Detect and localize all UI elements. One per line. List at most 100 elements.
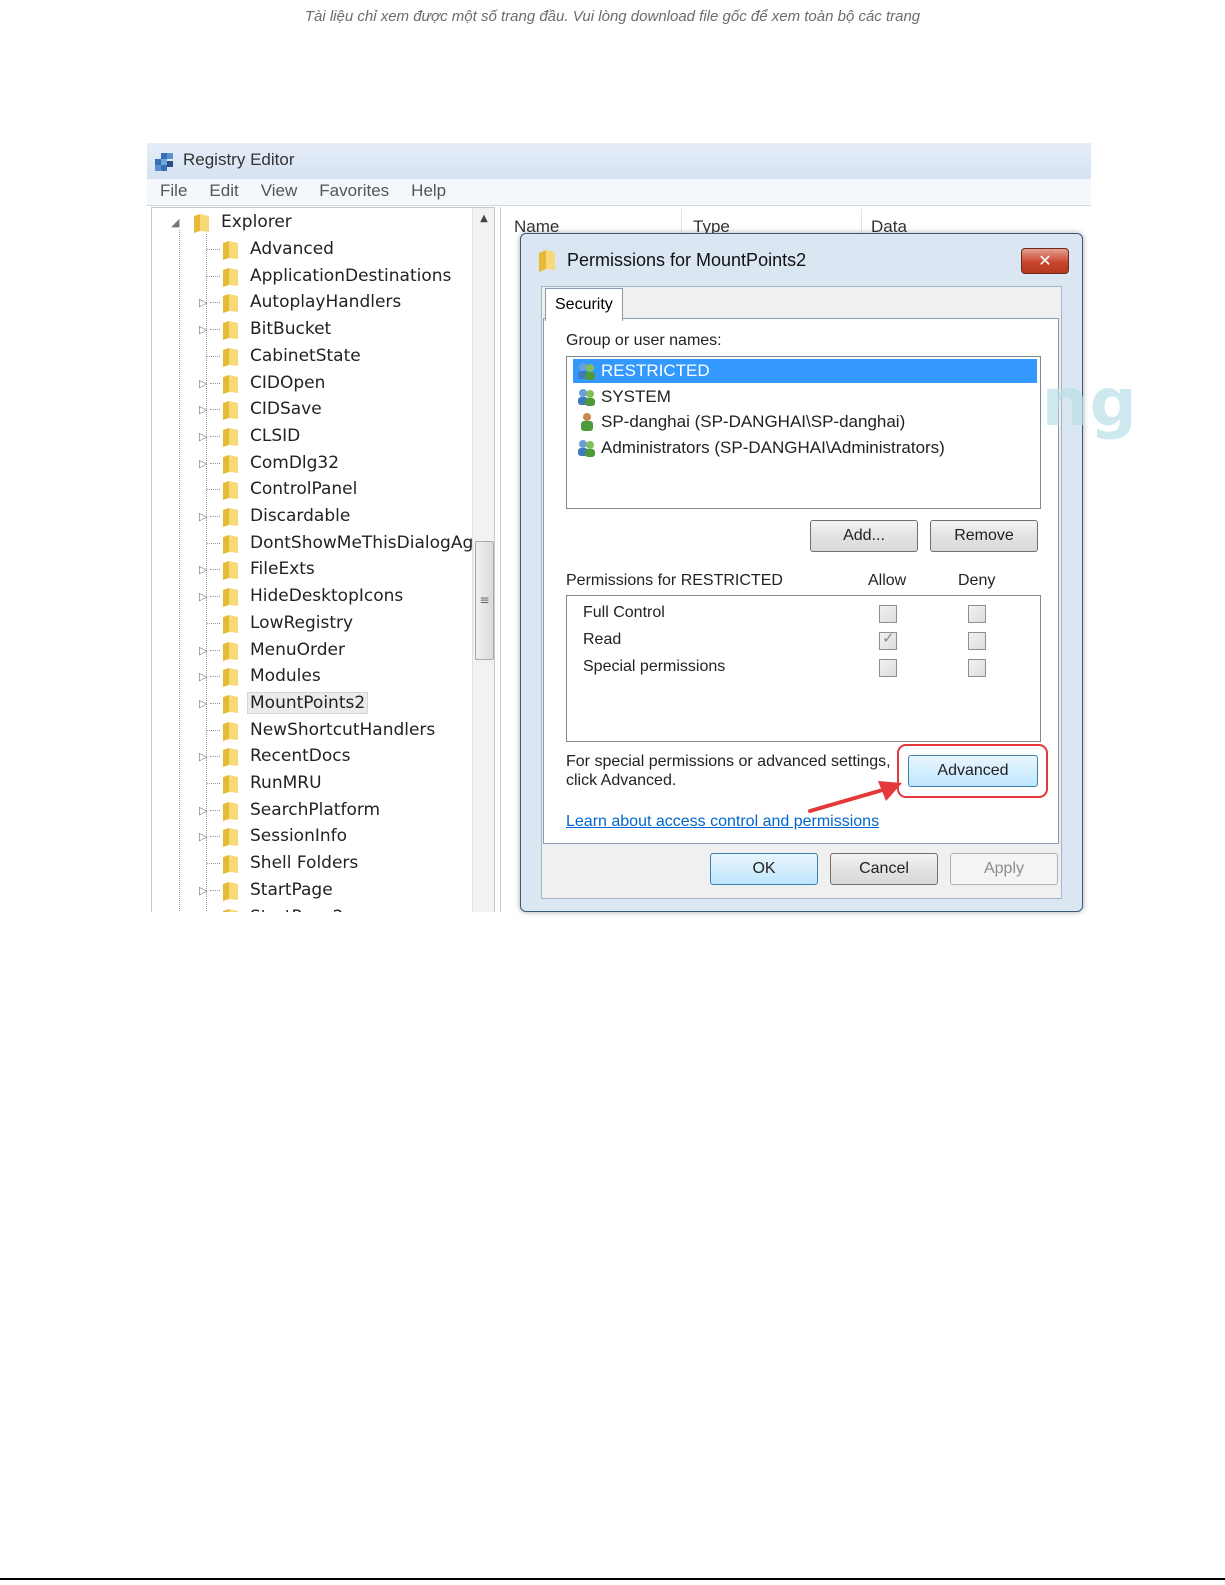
user-list-item[interactable]: SP-danghai (SP-DANGHAI\SP-danghai) bbox=[573, 410, 1037, 434]
checkmark-icon: ✓ bbox=[882, 629, 895, 647]
expand-arrow-icon[interactable]: ▷ bbox=[199, 323, 209, 336]
dialog-title: Permissions for MountPoints2 bbox=[567, 250, 807, 270]
expand-arrow-icon[interactable]: ▷ bbox=[199, 750, 209, 763]
tree-item-label: ApplicationDestinations bbox=[250, 265, 452, 286]
allow-header: Allow bbox=[868, 572, 907, 589]
close-button[interactable]: ✕ bbox=[1021, 248, 1069, 274]
expand-arrow-icon[interactable]: ▷ bbox=[199, 457, 209, 470]
user-list-item[interactable]: Administrators (SP-DANGHAI\Administrator… bbox=[573, 436, 1037, 460]
expand-arrow-icon[interactable]: ▷ bbox=[199, 697, 209, 710]
folder-icon bbox=[223, 267, 238, 287]
expand-arrow-icon[interactable]: ▷ bbox=[199, 644, 209, 657]
deny-checkbox[interactable] bbox=[968, 659, 986, 677]
deny-checkbox[interactable] bbox=[968, 605, 986, 623]
advanced-hint-line1: For special permissions or advanced sett… bbox=[566, 753, 891, 770]
expand-arrow-icon[interactable]: ▷ bbox=[199, 804, 209, 817]
registry-title: Registry Editor bbox=[183, 150, 295, 169]
expand-arrow-icon[interactable]: ▷ bbox=[199, 563, 209, 576]
expand-arrow-icon[interactable]: ▷ bbox=[199, 830, 209, 843]
tree-item-label: MenuOrder bbox=[250, 639, 345, 660]
folder-icon bbox=[223, 241, 238, 260]
folder-icon bbox=[223, 748, 238, 768]
folder-icon bbox=[223, 775, 238, 794]
user-name: RESTRICTED bbox=[601, 361, 710, 380]
folder-icon bbox=[223, 454, 238, 474]
folder-icon bbox=[223, 855, 238, 875]
user-list-item[interactable]: SYSTEM bbox=[573, 385, 1037, 409]
tree-item-label: RecentDocs bbox=[250, 746, 351, 767]
scroll-up-arrow-icon[interactable]: ▲ bbox=[473, 208, 494, 230]
user-icon bbox=[581, 413, 593, 431]
menu-view[interactable]: View bbox=[248, 179, 307, 201]
tree-item-label: StartPage2 bbox=[250, 907, 344, 913]
expand-arrow-icon[interactable]: ▷ bbox=[199, 510, 209, 523]
folder-icon bbox=[223, 908, 238, 912]
deny-checkbox[interactable] bbox=[968, 632, 986, 650]
remove-button[interactable]: Remove bbox=[930, 520, 1038, 552]
folder-icon bbox=[223, 641, 238, 661]
tree-item-label: StartPage bbox=[250, 879, 333, 900]
registry-editor-icon bbox=[155, 153, 173, 171]
security-panel: Quantrimang Group or user names: RESTRIC… bbox=[543, 318, 1137, 844]
tree-item-label: AutoplayHandlers bbox=[250, 292, 402, 313]
user-name: SYSTEM bbox=[601, 386, 671, 406]
folder-icon bbox=[223, 828, 238, 848]
tree-item-label: FileExts bbox=[250, 559, 315, 580]
tree-scrollbar[interactable]: ▲ ≡ bbox=[472, 208, 494, 912]
expand-arrow-icon[interactable]: ▷ bbox=[199, 911, 209, 913]
expand-arrow-icon[interactable]: ▷ bbox=[199, 403, 209, 416]
collapse-arrow-icon[interactable]: ◢ bbox=[171, 216, 181, 229]
expand-arrow-icon[interactable]: ▷ bbox=[199, 377, 209, 390]
allow-checkbox[interactable]: ✓ bbox=[879, 629, 897, 650]
apply-button[interactable]: Apply bbox=[950, 853, 1058, 885]
tree-item-label: LowRegistry bbox=[250, 612, 354, 633]
menu-bar: File Edit View Favorites Help bbox=[147, 179, 1091, 206]
folder-icon bbox=[223, 294, 238, 314]
expand-arrow-icon[interactable]: ▷ bbox=[199, 296, 209, 309]
allow-checkbox[interactable] bbox=[879, 659, 897, 677]
ok-button[interactable]: OK bbox=[710, 853, 818, 885]
permissions-dialog: Permissions for MountPoints2 ✕ Security … bbox=[520, 233, 1137, 912]
menu-edit[interactable]: Edit bbox=[196, 179, 247, 201]
folder-icon bbox=[223, 694, 238, 714]
tree-item-label: RunMRU bbox=[250, 773, 322, 793]
tree-item-label: NewShortcutHandlers bbox=[250, 719, 436, 740]
tree-item-label: ComDlg32 bbox=[250, 452, 340, 473]
folder-icon bbox=[223, 614, 238, 634]
tree-item-label: CIDOpen bbox=[250, 372, 326, 393]
tree-item-label: Shell Folders bbox=[250, 853, 359, 874]
expand-arrow-icon[interactable]: ▷ bbox=[199, 670, 209, 683]
learn-permissions-link[interactable]: Learn about access control and permissio… bbox=[566, 813, 879, 831]
user-name: Administrators (SP-DANGHAI\Administrator… bbox=[601, 437, 945, 457]
folder-icon bbox=[223, 481, 238, 501]
tab-security[interactable]: Security bbox=[545, 288, 623, 321]
expand-arrow-icon[interactable]: ▷ bbox=[199, 430, 209, 443]
cancel-button[interactable]: Cancel bbox=[830, 853, 938, 885]
permission-label: Special permissions bbox=[583, 658, 726, 675]
menu-file[interactable]: File bbox=[147, 179, 196, 201]
tree-item-label: BitBucket bbox=[250, 319, 332, 340]
group-icon bbox=[578, 439, 595, 457]
folder-icon bbox=[223, 801, 238, 821]
menu-favorites[interactable]: Favorites bbox=[306, 179, 398, 201]
folder-icon bbox=[223, 427, 238, 447]
folder-icon bbox=[223, 321, 238, 341]
scroll-thumb[interactable]: ≡ bbox=[475, 541, 494, 660]
folder-icon bbox=[223, 668, 238, 688]
expand-arrow-icon[interactable]: ▷ bbox=[199, 884, 209, 897]
folder-icon bbox=[539, 250, 555, 272]
tree-item-label: CIDSave bbox=[250, 399, 322, 420]
registry-tree[interactable]: ◢ Explorer Advanced ApplicationDestinatio… bbox=[151, 207, 495, 912]
user-list-item[interactable]: RESTRICTED bbox=[573, 359, 1037, 383]
user-name: SP-danghai (SP-DANGHAI\SP-danghai) bbox=[601, 412, 906, 431]
menu-help[interactable]: Help bbox=[398, 179, 455, 201]
expand-arrow-icon[interactable]: ▷ bbox=[199, 590, 209, 603]
page-notice: Tài liệu chỉ xem được một số trang đầu. … bbox=[304, 8, 921, 25]
user-listbox[interactable]: RESTRICTED SYSTEM SP-danghai (SP-DANGHAI\S… bbox=[566, 356, 1041, 509]
folder-icon bbox=[223, 347, 238, 367]
permission-label: Read bbox=[583, 631, 622, 648]
add-button[interactable]: Add... bbox=[810, 520, 918, 552]
permission-label: Full Control bbox=[583, 604, 665, 621]
arrow-annotation-icon bbox=[808, 781, 902, 813]
allow-checkbox[interactable] bbox=[879, 605, 897, 623]
